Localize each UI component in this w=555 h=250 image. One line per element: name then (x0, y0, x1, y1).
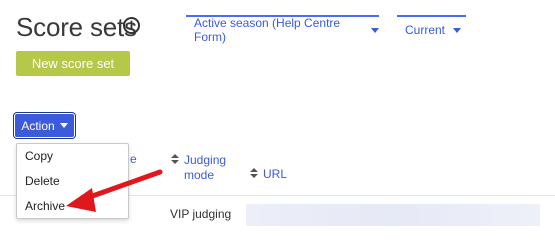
chevron-down-icon (59, 123, 68, 128)
status-filter-label: Current (405, 23, 446, 37)
page-title: Score sets (16, 12, 137, 42)
new-score-set-button[interactable]: New score set (16, 51, 130, 76)
chevron-down-icon (453, 27, 462, 33)
menu-item-copy[interactable]: Copy (17, 144, 128, 169)
column-header-judging-mode[interactable]: Judging mode (171, 153, 226, 183)
season-filter-dropdown[interactable]: Active season (Help Centre Form) (186, 15, 379, 44)
url-header-label: URL (263, 167, 288, 181)
info-icon[interactable]: i (123, 17, 140, 34)
column-header-partial[interactable]: e (130, 152, 137, 167)
action-button-label: Action (21, 118, 55, 133)
sort-icon (171, 154, 179, 165)
chevron-down-icon (371, 27, 379, 33)
judging-header-line2: mode (184, 168, 215, 182)
judging-mode-cell: VIP judging (170, 207, 232, 221)
url-cell-redacted (246, 204, 540, 226)
action-dropdown-button[interactable]: Action (15, 114, 74, 137)
column-header-url[interactable]: URL (250, 167, 287, 182)
season-filter-label: Active season (Help Centre Form) (194, 16, 341, 44)
judging-header-line1: Judging (184, 153, 227, 167)
status-filter-dropdown[interactable]: Current (397, 15, 466, 41)
sort-icon (250, 168, 258, 179)
menu-item-delete[interactable]: Delete (17, 169, 128, 194)
menu-item-archive[interactable]: Archive (17, 194, 128, 219)
action-menu: Copy Delete Archive (16, 143, 129, 219)
